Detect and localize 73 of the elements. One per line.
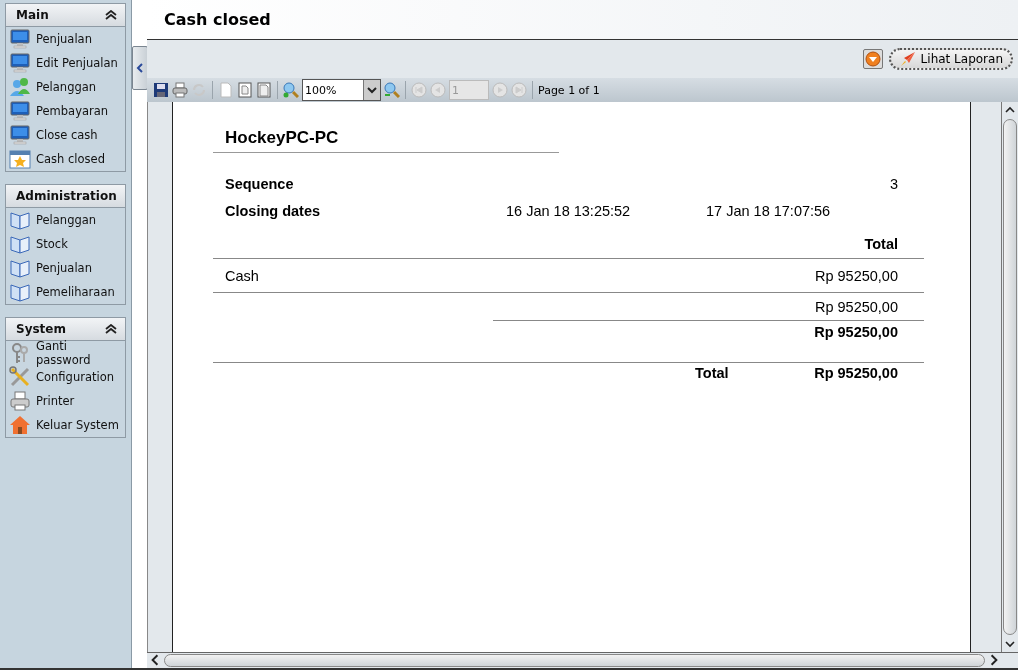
previous-page-icon xyxy=(430,82,446,98)
refresh-icon xyxy=(191,82,207,98)
sidebar-item[interactable]: Printer xyxy=(6,389,125,413)
print-icon[interactable] xyxy=(172,82,188,98)
last-page-icon xyxy=(511,82,527,98)
monitor-icon xyxy=(9,28,31,50)
panel-header[interactable]: Main xyxy=(6,4,125,27)
payment-label: Cash xyxy=(224,267,259,284)
tools-icon xyxy=(9,366,31,388)
collapse-sidebar-button[interactable] xyxy=(132,46,148,90)
scroll-down-icon xyxy=(1005,640,1015,648)
page-icon[interactable] xyxy=(256,82,272,98)
printer-icon xyxy=(9,390,31,412)
monitor-icon xyxy=(9,100,31,122)
page-icon[interactable] xyxy=(237,82,253,98)
house-icon xyxy=(9,414,31,436)
panel-header[interactable]: Administration xyxy=(6,185,125,208)
book-icon xyxy=(9,281,31,303)
monitor-icon xyxy=(9,124,31,146)
view-report-button[interactable]: Lihat Laporan xyxy=(888,48,1013,70)
amount-value: Rp 95250,00 xyxy=(813,298,899,315)
dropdown-button[interactable] xyxy=(862,49,883,69)
sidebar-item[interactable]: Pembayaran xyxy=(6,99,125,123)
monitor-icon xyxy=(9,52,31,74)
calendar-icon xyxy=(9,148,31,170)
row-label: Sequence xyxy=(224,175,295,192)
zoom-dropdown[interactable]: 100% xyxy=(302,79,381,101)
caret-icon xyxy=(367,86,377,94)
sidebar-item[interactable]: Cash closed xyxy=(6,147,125,171)
page-count: Page 1 of 1 xyxy=(538,83,600,97)
sidebar-item[interactable]: Edit Penjualan xyxy=(6,51,125,75)
sidebar-item[interactable]: Pemeliharaan xyxy=(6,280,125,304)
collapse-icon xyxy=(105,324,117,334)
save-icon[interactable] xyxy=(153,82,169,98)
amount-value: Rp 95250,00 xyxy=(813,324,899,340)
panel-header[interactable]: System xyxy=(6,318,125,341)
sidebar-item[interactable]: Pelanggan xyxy=(6,208,125,232)
chevron-left-icon xyxy=(136,63,144,73)
column-header: Total xyxy=(863,236,899,252)
date-value: 16 Jan 18 13:25:52 xyxy=(506,202,632,219)
date-value: 17 Jan 18 17:07:56 xyxy=(706,202,831,219)
sidebar-item[interactable]: Pelanggan xyxy=(6,75,125,99)
book-icon xyxy=(9,209,31,231)
panel-title: Main xyxy=(16,8,49,22)
sidebar-item[interactable]: Stock xyxy=(6,232,125,256)
sidebar-item[interactable]: Configuration xyxy=(6,365,125,389)
row-label: Closing dates xyxy=(224,202,322,219)
first-page-icon xyxy=(411,82,427,98)
sidebar-item[interactable]: Keluar System xyxy=(6,413,125,437)
report-heading: HockeyPC-PC xyxy=(213,128,559,153)
sidebar-item[interactable]: Ganti password xyxy=(6,341,125,365)
sidebar-item[interactable]: Close cash xyxy=(6,123,125,147)
rocket-icon xyxy=(898,50,917,68)
vertical-scrollbar[interactable] xyxy=(1001,102,1018,652)
zoom-in-icon[interactable] xyxy=(283,82,299,98)
row-value: 3 xyxy=(888,175,899,192)
amount-value: Rp 95250,00 xyxy=(813,267,899,284)
page-title: Cash closed xyxy=(164,10,271,29)
panel-title: System xyxy=(16,322,66,336)
total-label: Total xyxy=(695,365,729,381)
panel-title: Administration xyxy=(16,189,117,203)
next-page-icon xyxy=(492,82,508,98)
amount-value: Rp 95250,00 xyxy=(813,365,899,381)
sidebar-item[interactable]: Penjualan xyxy=(6,256,125,280)
people-icon xyxy=(9,76,31,98)
book-icon xyxy=(9,233,31,255)
horizontal-scrollbar[interactable] xyxy=(147,652,1018,668)
zoom-out-icon[interactable] xyxy=(384,82,400,98)
scroll-up-icon xyxy=(1005,106,1015,114)
sidebar-item[interactable]: Penjualan xyxy=(6,27,125,51)
book-icon xyxy=(9,257,31,279)
collapse-icon xyxy=(105,10,117,20)
keys-icon xyxy=(9,342,31,364)
